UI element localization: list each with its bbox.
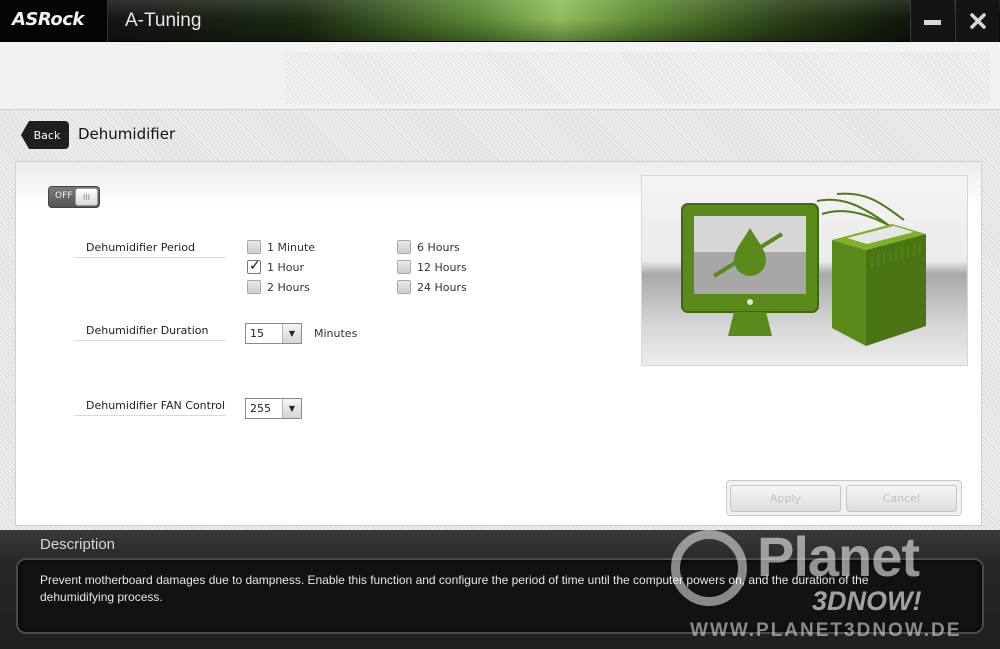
checkbox-checked[interactable] — [247, 258, 261, 274]
checkbox[interactable] — [247, 280, 261, 294]
checkbox-label: 1 Minute — [267, 240, 316, 254]
watermark-logo-icon — [671, 530, 747, 606]
period-option-12-hours[interactable]: 12 Hours — [397, 260, 467, 274]
period-option-6-hours[interactable]: 6 Hours — [397, 240, 460, 254]
dehumidifier-toggle[interactable]: OFF III — [48, 186, 100, 208]
toggle-knob[interactable]: III — [75, 188, 98, 206]
brand-logo: ASRock — [12, 9, 84, 30]
chevron-down-icon[interactable]: ▼ — [282, 399, 301, 418]
minimize-icon — [924, 19, 941, 25]
watermark-sub: 3DNOW! — [812, 586, 922, 616]
duration-select[interactable]: 15 ▼ — [245, 323, 302, 344]
dehumidifier-graphic — [681, 192, 926, 346]
top-strip-pattern — [285, 52, 990, 104]
action-button-group: Apply Cancel — [726, 480, 962, 516]
brand-logo-area: ASRock — [0, 0, 108, 42]
checkbox[interactable] — [397, 260, 411, 274]
close-icon — [969, 13, 986, 29]
checkbox[interactable] — [397, 280, 411, 294]
checkbox[interactable] — [247, 240, 261, 254]
fan-control-select[interactable]: 255 ▼ — [245, 398, 302, 419]
checkbox-label: 12 Hours — [417, 260, 467, 274]
apply-button[interactable]: Apply — [730, 485, 841, 512]
period-option-1-minute[interactable]: 1 Minute — [247, 240, 315, 254]
back-button-label: Back — [33, 128, 61, 142]
period-option-2-hours[interactable]: 2 Hours — [247, 280, 310, 294]
minimize-button[interactable] — [910, 0, 954, 42]
close-button[interactable] — [955, 0, 999, 42]
period-option-1-hour[interactable]: 1 Hour — [247, 258, 304, 274]
watermark-name: Planet — [757, 525, 920, 588]
fan-control-value: 255 — [250, 402, 271, 415]
period-option-24-hours[interactable]: 24 Hours — [397, 280, 467, 294]
fan-control-label: Dehumidifier FAN Control — [74, 399, 226, 416]
duration-label: Dehumidifier Duration — [74, 324, 226, 341]
duration-value: 15 — [250, 327, 264, 340]
page-title: Dehumidifier — [78, 125, 176, 143]
checkbox-label: 1 Hour — [267, 260, 304, 274]
cancel-button[interactable]: Cancel — [846, 485, 957, 512]
chevron-down-icon[interactable]: ▼ — [282, 324, 301, 343]
duration-unit: Minutes — [314, 327, 358, 340]
period-label: Dehumidifier Period — [74, 241, 226, 258]
description-title: Description — [40, 536, 116, 553]
toggle-state-label: OFF — [55, 191, 73, 201]
checkbox-label: 2 Hours — [267, 280, 310, 294]
back-button[interactable]: Back — [21, 121, 69, 149]
watermark-url: WWW.PLANET3DNOW.DE — [690, 620, 962, 641]
app-title: A-Tuning — [125, 10, 202, 31]
checkbox-label: 6 Hours — [417, 240, 460, 254]
checkbox-label: 24 Hours — [417, 280, 467, 294]
checkbox[interactable] — [397, 240, 411, 254]
dehumidifier-illustration — [641, 175, 968, 366]
